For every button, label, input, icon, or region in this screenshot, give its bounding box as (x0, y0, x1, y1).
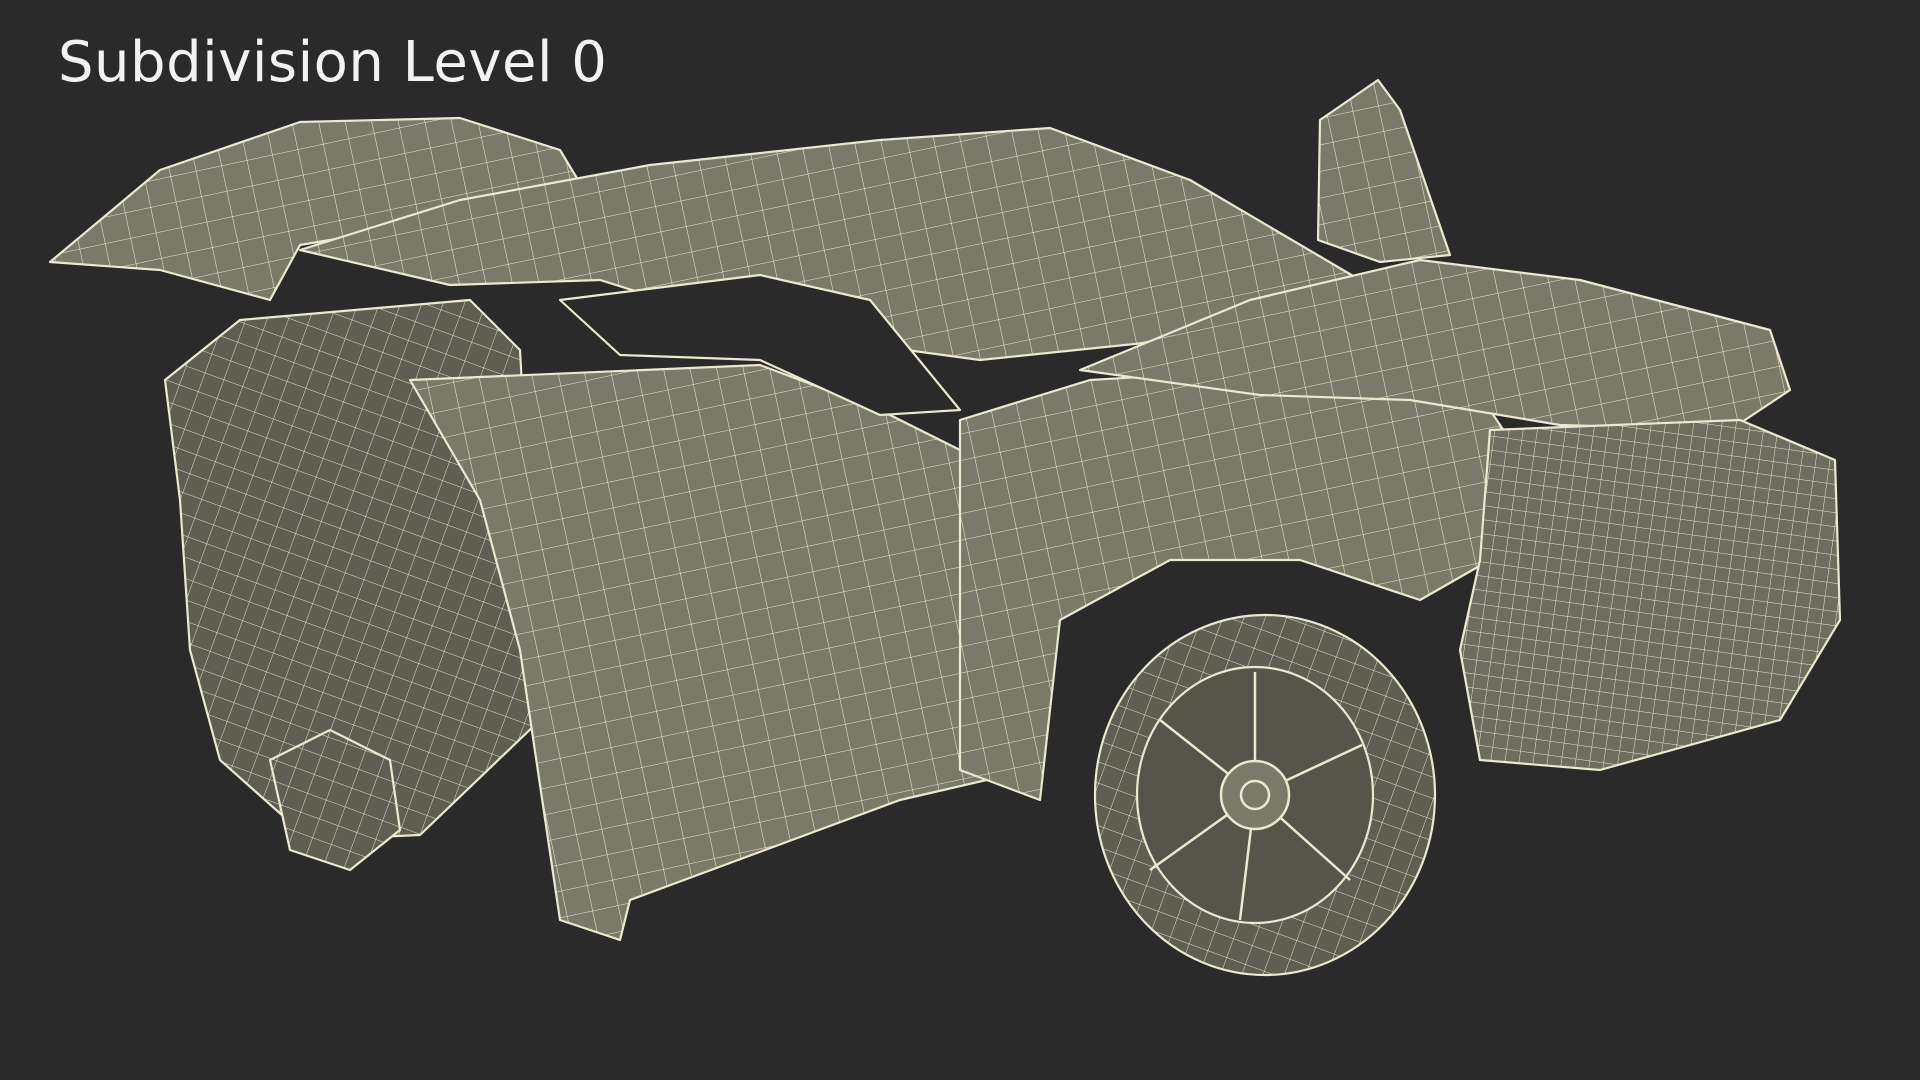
car-model (48, 78, 1842, 977)
raised-panel (1316, 78, 1452, 264)
wireframe-car-render (48, 78, 1842, 977)
front-grille (1458, 418, 1842, 772)
